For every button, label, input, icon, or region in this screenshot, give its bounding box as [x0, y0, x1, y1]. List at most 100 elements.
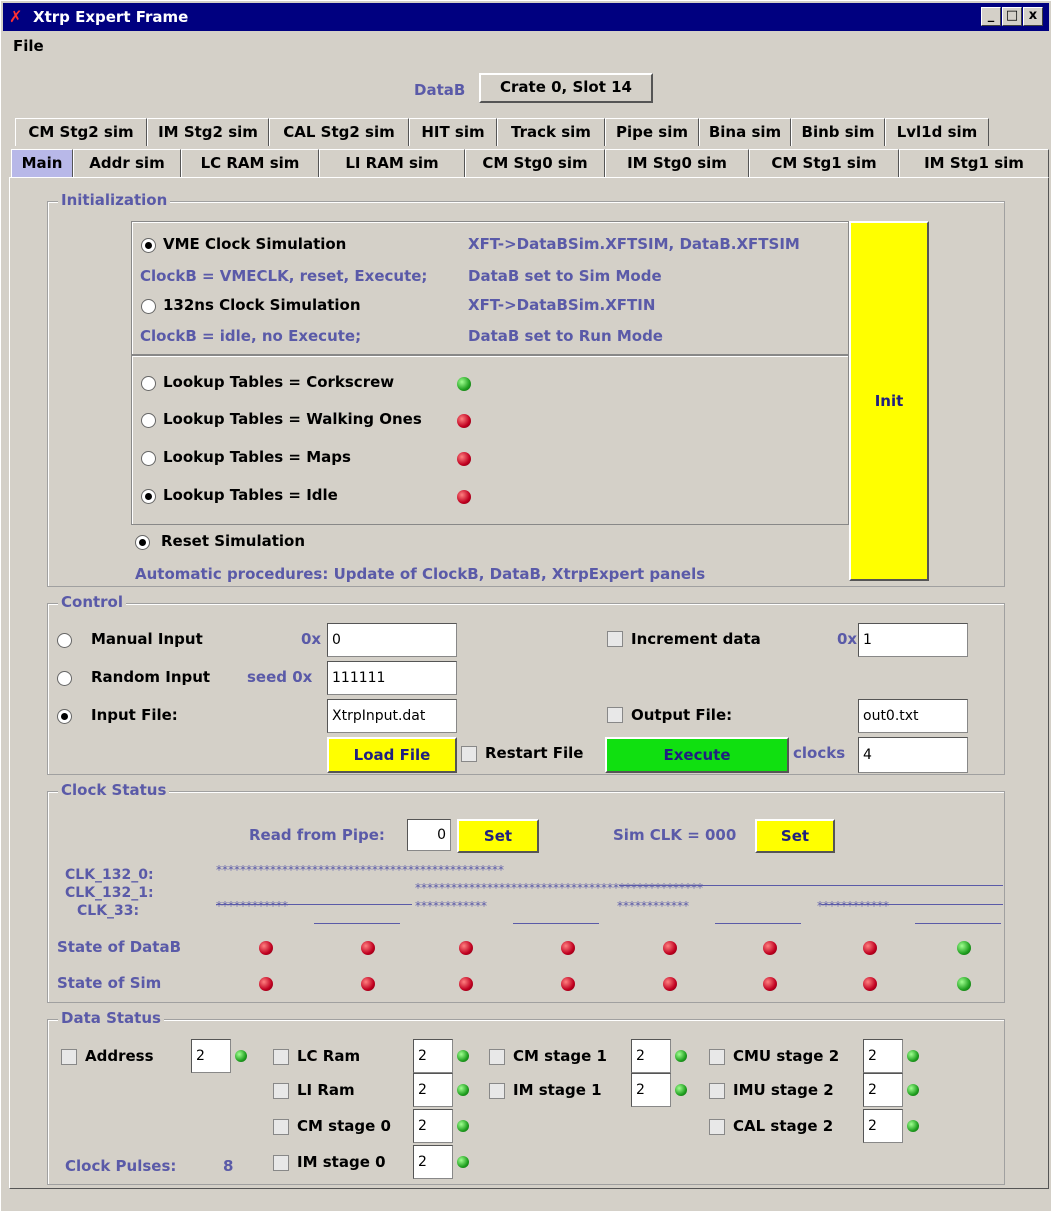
imu-stage-2-checkbox[interactable]	[709, 1083, 725, 1099]
clk132-1-high: ****************************************…	[415, 881, 703, 895]
manual-prefix: 0x	[301, 630, 322, 648]
maximize-button[interactable]: □	[1002, 7, 1022, 26]
address-value-field[interactable]: 2	[191, 1039, 231, 1073]
title-bar[interactable]: ✗ Xtrp Expert Frame _ □ x	[3, 3, 1049, 31]
clk33-label: CLK_33:	[77, 903, 140, 919]
menu-file[interactable]: File	[13, 37, 44, 55]
seed-field[interactable]: 111111	[327, 661, 457, 695]
reset-simulation-radio[interactable]	[135, 535, 150, 550]
clk33-low-1	[513, 923, 599, 924]
tab-addr-sim[interactable]: Addr sim	[73, 149, 181, 177]
increment-field[interactable]: 1	[858, 623, 968, 657]
pipe-field[interactable]: 0	[407, 819, 451, 851]
reset-simulation-label: Reset Simulation	[161, 532, 306, 550]
random-input-radio[interactable]	[57, 671, 72, 686]
lookup-radio-0[interactable]	[141, 376, 156, 391]
set-sim-clk-button[interactable]: Set	[755, 819, 835, 853]
cmu-stage-2-checkbox[interactable]	[709, 1049, 725, 1065]
vme-clock-desc: XFT->DataBSim.XFTSIM, DataB.XFTSIM	[468, 235, 800, 253]
clk33-high-0: ************	[216, 899, 288, 913]
address-checkbox[interactable]	[61, 1049, 77, 1065]
tab-hit-sim[interactable]: HIT sim	[409, 118, 497, 146]
vme-clock-label: VME Clock Simulation	[163, 235, 347, 253]
cm-stage-1-checkbox[interactable]	[489, 1049, 505, 1065]
tab-cm-stg0-sim[interactable]: CM Stg0 sim	[465, 149, 605, 177]
increment-data-checkbox[interactable]	[607, 631, 623, 647]
tab-cal-stg2-sim[interactable]: CAL Stg2 sim	[269, 118, 409, 146]
clk132-clockb-text: ClockB = idle, no Execute;	[140, 327, 362, 345]
tab-pipe-sim[interactable]: Pipe sim	[605, 118, 699, 146]
tab-im-stg0-sim[interactable]: IM Stg0 sim	[605, 149, 749, 177]
tab-lc-ram-sim[interactable]: LC RAM sim	[181, 149, 319, 177]
input-file-radio[interactable]	[57, 709, 72, 724]
output-file-field[interactable]: out0.txt	[858, 699, 968, 733]
im-stage-0-value-field[interactable]: 2	[413, 1145, 453, 1179]
main-window: ✗ Xtrp Expert Frame _ □ x File DataB Cra…	[0, 0, 1052, 1212]
minimize-button[interactable]: _	[981, 7, 1001, 26]
tab-cm-stg2-sim[interactable]: CM Stg2 sim	[15, 118, 147, 146]
tab-track-sim[interactable]: Track sim	[497, 118, 605, 146]
cmu-stage-2-status-led	[907, 1050, 919, 1062]
manual-input-label: Manual Input	[91, 630, 203, 648]
clk132-radio[interactable]	[141, 299, 156, 314]
input-file-field[interactable]: XtrpInput.dat	[327, 699, 457, 733]
li-ram-value-field[interactable]: 2	[413, 1073, 453, 1107]
window-title: Xtrp Expert Frame	[33, 8, 189, 26]
tab-binb-sim[interactable]: Binb sim	[791, 118, 885, 146]
output-file-checkbox[interactable]	[607, 707, 623, 723]
execute-button[interactable]: Execute	[605, 737, 789, 773]
tab-bina-sim[interactable]: Bina sim	[699, 118, 791, 146]
im-stage-1-value-field[interactable]: 2	[631, 1073, 671, 1107]
cal-stage-2-value-field[interactable]: 2	[863, 1109, 903, 1143]
cm-stage-0-value-field[interactable]: 2	[413, 1109, 453, 1143]
clock-status-legend: Clock Status	[58, 781, 170, 799]
sim-clk-label: Sim CLK = 000	[613, 826, 737, 844]
clk33-high-2: ************	[617, 899, 689, 913]
clk33-low-0	[314, 923, 400, 924]
tab-im-stg2-sim[interactable]: IM Stg2 sim	[147, 118, 269, 146]
datab-state-led-6	[863, 941, 877, 955]
tab-li-ram-sim[interactable]: LI RAM sim	[319, 149, 465, 177]
lc-ram-value-field[interactable]: 2	[413, 1039, 453, 1073]
address-status-led	[235, 1050, 247, 1062]
lookup-status-led-2	[457, 452, 471, 466]
input-file-label: Input File:	[91, 706, 178, 724]
manual-input-radio[interactable]	[57, 633, 72, 648]
clk33-low-3	[915, 923, 1001, 924]
set-pipe-button[interactable]: Set	[457, 819, 539, 853]
restart-file-checkbox[interactable]	[461, 746, 477, 762]
manual-input-field[interactable]: 0	[327, 623, 457, 657]
cm-stage-0-checkbox[interactable]	[273, 1119, 289, 1135]
im-stage-0-checkbox[interactable]	[273, 1155, 289, 1171]
clk132-0-high: ****************************************…	[216, 863, 504, 877]
tab-lvl1d-sim[interactable]: Lvl1d sim	[885, 118, 989, 146]
im-stage-1-label: IM stage 1	[513, 1081, 602, 1099]
vme-clock-radio[interactable]	[141, 238, 156, 253]
clk33-high-3: ************	[817, 899, 889, 913]
crate-slot-button[interactable]: Crate 0, Slot 14	[479, 73, 653, 103]
im-stage-1-checkbox[interactable]	[489, 1083, 505, 1099]
cm-stage-1-value-field[interactable]: 2	[631, 1039, 671, 1073]
clocks-label: clocks	[793, 744, 846, 762]
lookup-radio-1[interactable]	[141, 413, 156, 428]
output-file-label: Output File:	[631, 706, 733, 724]
tab-im-stg1-sim[interactable]: IM Stg1 sim	[899, 149, 1049, 177]
close-button[interactable]: x	[1023, 7, 1043, 26]
address-label: Address	[85, 1047, 154, 1065]
cmu-stage-2-value-field[interactable]: 2	[863, 1039, 903, 1073]
lookup-status-led-0	[457, 377, 471, 391]
init-button[interactable]: Init	[849, 221, 929, 581]
cal-stage-2-checkbox[interactable]	[709, 1119, 725, 1135]
clocks-field[interactable]: 4	[858, 737, 968, 773]
li-ram-checkbox[interactable]	[273, 1083, 289, 1099]
load-file-button[interactable]: Load File	[327, 737, 457, 773]
imu-stage-2-value-field[interactable]: 2	[863, 1073, 903, 1107]
im-stage-1-status-led	[675, 1084, 687, 1096]
tab-main[interactable]: Main	[11, 149, 73, 177]
tab-cm-stg1-sim[interactable]: CM Stg1 sim	[749, 149, 899, 177]
lookup-label-1: Lookup Tables = Walking Ones	[163, 410, 422, 428]
lc-ram-checkbox[interactable]	[273, 1049, 289, 1065]
lc-ram-label: LC Ram	[297, 1047, 361, 1065]
lookup-radio-2[interactable]	[141, 451, 156, 466]
lookup-radio-3[interactable]	[141, 489, 156, 504]
